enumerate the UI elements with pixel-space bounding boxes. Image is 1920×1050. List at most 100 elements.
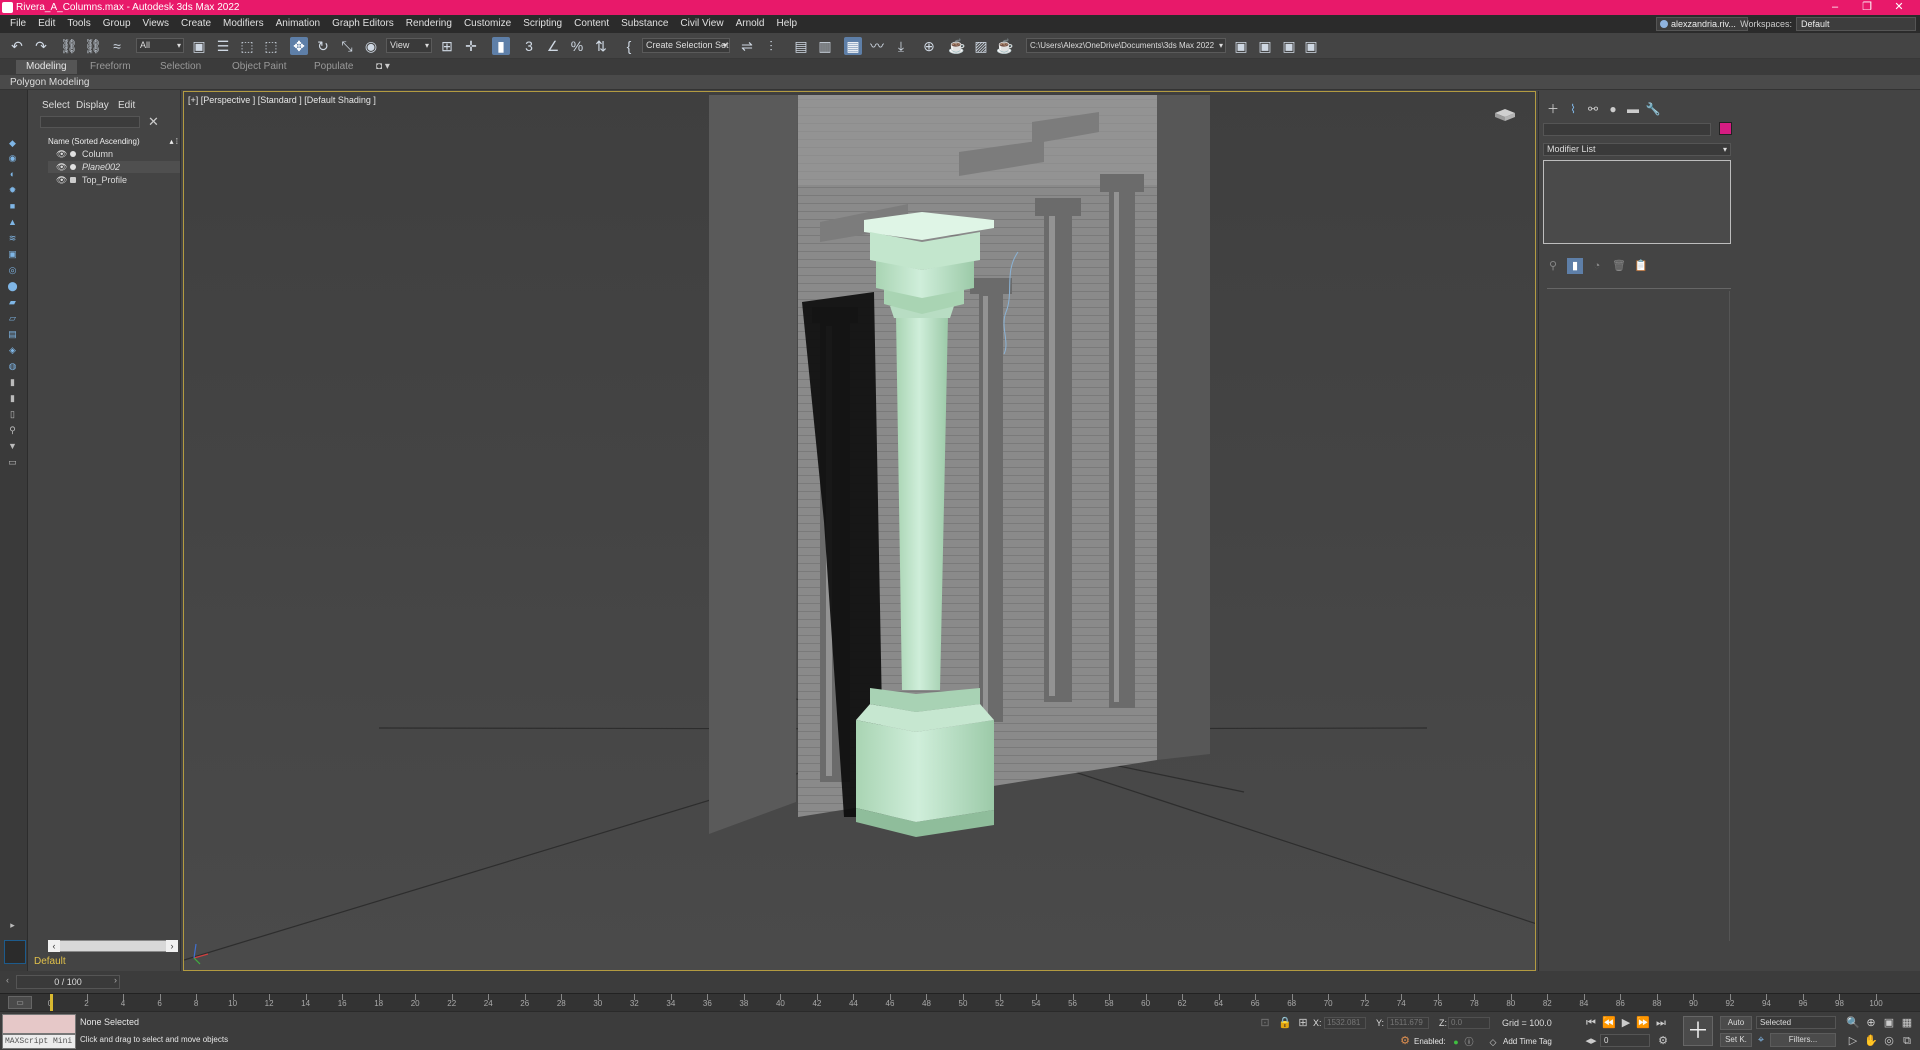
redo-icon[interactable]: ↷ <box>32 37 50 55</box>
explorer-search-input[interactable] <box>40 116 140 128</box>
rendered-frame-window-icon[interactable]: ▨ <box>972 37 990 55</box>
menu-group[interactable]: Group <box>97 15 137 33</box>
add-time-tag-button[interactable]: Add Time Tag <box>1503 1037 1552 1046</box>
ribbon-options-icon[interactable]: ◘ ▾ <box>366 60 400 74</box>
maxscript-output[interactable] <box>2 1014 76 1034</box>
schematic-view-icon[interactable]: ⤓ <box>892 37 910 55</box>
configure-modifier-sets-icon[interactable]: 📋 <box>1633 258 1649 274</box>
menu-edit[interactable]: Edit <box>32 15 61 33</box>
display-hidden-icon[interactable]: ▤ <box>5 329 20 340</box>
reference-coordinate-dropdown[interactable]: View <box>386 38 432 53</box>
zoom-extents-all-icon[interactable]: ▦ <box>1900 1016 1914 1030</box>
viewcube-icon[interactable] <box>1493 108 1517 122</box>
selection-set-dropdown[interactable]: Selected <box>1756 1016 1836 1029</box>
undo-icon[interactable]: ↶ <box>8 37 26 55</box>
scroll-left-icon[interactable]: ‹ <box>48 940 60 952</box>
goto-end-icon[interactable]: ⏭ <box>1654 1016 1668 1030</box>
find-icon[interactable]: ▭ <box>5 457 20 468</box>
percent-snap-icon[interactable]: % <box>568 37 586 55</box>
visibility-eye-icon[interactable]: 👁 <box>56 149 67 159</box>
adaptive-degradation-icon[interactable]: ⚙ <box>1398 1034 1412 1048</box>
menu-graph-editors[interactable]: Graph Editors <box>326 15 400 33</box>
explorer-tab-edit[interactable]: Edit <box>118 100 135 111</box>
display-xrefs-icon[interactable]: ◎ <box>5 265 20 276</box>
open-mini-curve-editor-icon[interactable]: ▭ <box>8 996 32 1009</box>
toggle-layer-explorer-icon[interactable]: ▥ <box>816 37 834 55</box>
zoom-extents-icon[interactable]: ▣ <box>1882 1016 1896 1030</box>
isolate-selection-icon[interactable]: ⊡ <box>1258 1016 1272 1030</box>
x-coordinate-field[interactable]: 1532.081 <box>1324 1017 1366 1029</box>
explorer-horizontal-scrollbar[interactable]: ‹ › <box>48 940 178 952</box>
orbit-icon[interactable]: ◎ <box>1882 1034 1896 1048</box>
display-bones-icon[interactable]: ⬤ <box>5 281 20 292</box>
minimize-button[interactable]: – <box>1820 0 1850 15</box>
toggle-scene-explorer-icon[interactable]: ▤ <box>792 37 810 55</box>
menu-file[interactable]: File <box>4 15 32 33</box>
y-coordinate-field[interactable]: 1511.679 <box>1387 1017 1429 1029</box>
visibility-eye-icon[interactable]: 👁 <box>56 162 67 172</box>
scroll-right-icon[interactable]: › <box>166 940 178 952</box>
menu-animation[interactable]: Animation <box>270 15 326 33</box>
next-frame-icon[interactable]: ⏩ <box>1636 1016 1650 1030</box>
display-helpers-icon[interactable]: ▲ <box>5 217 20 228</box>
current-layer-label[interactable]: Default <box>34 956 174 967</box>
explorer-item[interactable]: 👁 Plane002 <box>48 161 180 173</box>
explorer-tab-select[interactable]: Select <box>42 100 70 111</box>
viewport-label[interactable]: [+] [Perspective ] [Standard ] [Default … <box>188 95 376 105</box>
tab-modeling[interactable]: Modeling <box>16 60 77 74</box>
maxscript-input[interactable]: MAXScript Mini <box>2 1034 76 1049</box>
menu-views[interactable]: Views <box>137 15 176 33</box>
layer-thumbnail[interactable] <box>4 940 26 964</box>
bind-space-warp-icon[interactable]: ≈ <box>108 37 126 55</box>
current-frame-field[interactable]: 0 <box>1600 1034 1650 1047</box>
maxscript-listener[interactable]: MAXScript Mini <box>2 1014 76 1049</box>
select-and-manipulate-icon[interactable]: ✛ <box>462 37 480 55</box>
select-and-scale-icon[interactable]: ⤡ <box>338 37 356 55</box>
select-object-icon[interactable]: ▣ <box>190 37 208 55</box>
make-unique-icon[interactable]: ◔ <box>1589 258 1605 274</box>
spinner-snap-icon[interactable]: ⇅ <box>592 37 610 55</box>
set-key-button[interactable]: Set K. <box>1720 1033 1752 1047</box>
tab-freeform[interactable]: Freeform <box>80 60 141 74</box>
key-mode-toggle-icon[interactable]: ◂▸ <box>1584 1034 1598 1048</box>
display-shapes-icon[interactable]: ◐ <box>5 169 20 180</box>
key-filters-icon[interactable]: ⌖ <box>1754 1033 1768 1047</box>
link-icon[interactable]: ⛓ <box>60 37 78 55</box>
display-cameras-icon[interactable]: ■ <box>5 201 20 212</box>
polygon-modeling-label[interactable]: Polygon Modeling <box>10 75 90 90</box>
display-children-icon[interactable]: ▮ <box>5 377 20 388</box>
remove-modifier-icon[interactable]: 🗑 <box>1611 258 1627 274</box>
project-folder-dropdown[interactable]: C:\Users\Alexz\OneDrive\Documents\3ds Ma… <box>1026 38 1226 53</box>
place-icon[interactable]: ◉ <box>362 37 380 55</box>
display-influences-icon[interactable]: ▮ <box>5 393 20 404</box>
edit-named-selection-icon[interactable]: { <box>620 37 638 55</box>
menu-create[interactable]: Create <box>175 15 217 33</box>
info-icon[interactable]: ⓘ <box>1462 1035 1476 1049</box>
modifier-list-dropdown[interactable]: Modifier List <box>1543 143 1731 156</box>
absolute-mode-icon[interactable]: ⊞ <box>1296 1016 1310 1030</box>
project-switch-icon[interactable]: ▣ <box>1280 37 1298 55</box>
motion-tab-icon[interactable]: ● <box>1605 101 1621 117</box>
explorer-column-header[interactable]: Name (Sorted Ascending) ▴ ⁞ <box>48 136 180 148</box>
mirror-icon[interactable]: ⇌ <box>738 37 756 55</box>
utilities-tab-icon[interactable]: 🔧 <box>1645 101 1661 117</box>
menu-arnold[interactable]: Arnold <box>730 15 771 33</box>
modify-tab-icon[interactable]: ⌇ <box>1565 101 1581 117</box>
rectangular-region-icon[interactable]: ⬚ <box>238 37 256 55</box>
display-none-icon[interactable]: ◆ <box>5 138 20 149</box>
menu-modifiers[interactable]: Modifiers <box>217 15 270 33</box>
explorer-tab-display[interactable]: Display <box>76 100 109 111</box>
align-icon[interactable]: ⫶ <box>762 37 780 55</box>
angle-snap-icon[interactable]: ∠ <box>544 37 562 55</box>
curve-editor-icon[interactable]: 〰 <box>868 37 886 55</box>
select-by-name-icon[interactable]: ☰ <box>214 37 232 55</box>
workspace-dropdown[interactable]: Default <box>1796 17 1916 31</box>
menu-scripting[interactable]: Scripting <box>517 15 568 33</box>
sync-selection-icon[interactable]: ⚲ <box>5 425 20 436</box>
pivot-center-icon[interactable]: ⊞ <box>438 37 456 55</box>
filter-icon[interactable]: ▼ <box>5 441 20 452</box>
select-and-rotate-icon[interactable]: ↻ <box>314 37 332 55</box>
time-cursor[interactable] <box>50 994 53 1012</box>
display-space-warps-icon[interactable]: ≋ <box>5 233 20 244</box>
prev-frame-arrow-icon[interactable]: ‹ <box>6 975 9 985</box>
